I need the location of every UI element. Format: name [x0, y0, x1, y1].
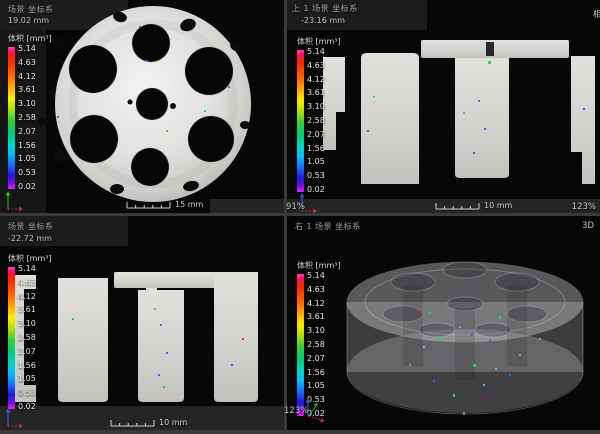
- legend-tick: 5.14: [18, 45, 36, 53]
- legend-tick: 4.63: [18, 59, 36, 67]
- ct-part-cross-section: [323, 40, 595, 184]
- legend-tick: 2.58: [307, 117, 325, 125]
- legend-tick: 4.12: [18, 293, 36, 301]
- legend-tick: 1.05: [307, 158, 325, 166]
- legend-title: 体积 [mm³]: [297, 260, 341, 271]
- legend-tick: 4.12: [307, 76, 325, 84]
- legend-tick: 3.61: [18, 306, 36, 314]
- legend-tick: 3.61: [307, 313, 325, 321]
- view-mode-label: 3D: [582, 221, 594, 231]
- clipped-corner-label: 相: [593, 2, 600, 21]
- legend-ticks: 5.14 4.63 4.12 3.61 3.10 2.58 2.07 1.56 1.05 0.53…: [18, 265, 36, 411]
- legend-tick: 0.53: [18, 389, 36, 397]
- legend-ticks: 5.14 4.63 4.12 3.61 3.10 2.58 2.07 1.56 1.05 0.53…: [18, 45, 36, 191]
- zoom-level: 91%: [286, 202, 305, 212]
- scale-bar-label: 10 mm: [484, 202, 512, 210]
- legend-tick: 2.07: [18, 128, 36, 136]
- legend-gradient-bar[interactable]: [297, 50, 304, 192]
- legend-title: 体积 [mm³]: [8, 253, 52, 264]
- legend-tick: 2.58: [307, 341, 325, 349]
- legend-tick: 3.61: [18, 86, 36, 94]
- legend-title: 体积 [mm³]: [297, 36, 341, 47]
- legend-tick: 1.56: [18, 142, 36, 150]
- legend-tick: 2.58: [18, 114, 36, 122]
- slot-void: [486, 42, 494, 56]
- viewport-top-right[interactable]: 上 1 场景 坐标系 -23.16 mm 相 体积 [mm³] 5.14 4.63…: [287, 0, 600, 213]
- legend-tick: 3.10: [18, 320, 36, 328]
- legend-tick: 3.10: [307, 327, 325, 335]
- legend-tick: 1.56: [18, 362, 36, 370]
- legend-tick: 5.14: [307, 48, 325, 56]
- legend-tick: 4.63: [307, 62, 325, 70]
- legend-tick: 0.53: [18, 169, 36, 177]
- scale-bar: 15 mm: [126, 200, 203, 209]
- view-title: 场景 坐标系: [8, 4, 54, 15]
- legend-tick: 2.07: [307, 355, 325, 363]
- legend-tick: 5.14: [307, 272, 325, 280]
- slice-position: -22.72 mm: [8, 234, 52, 243]
- zoom-level: 123%: [284, 406, 308, 416]
- viewport-top-left[interactable]: 场景 坐标系 19.02 mm 体积 [mm³] 5.14 4.63 4.12 3.6…: [0, 0, 284, 213]
- legend-tick: 4.12: [18, 73, 36, 81]
- legend-tick: 3.10: [307, 103, 325, 111]
- slice-position: 19.02 mm: [8, 16, 49, 25]
- view-title: 场景 坐标系: [8, 221, 54, 232]
- legend-tick: 3.10: [18, 100, 36, 108]
- legend-tick: 0.53: [307, 172, 325, 180]
- legend-tick: 4.63: [18, 279, 36, 287]
- legend-tick: 4.12: [307, 300, 325, 308]
- axis-indicator-icon: [2, 407, 26, 429]
- legend-tick: 1.56: [307, 369, 325, 377]
- legend-tick: 2.58: [18, 334, 36, 342]
- axis-indicator-icon: [2, 188, 26, 212]
- volume-color-legend: 体积 [mm³] 5.14 4.63 4.12 3.61 3.10 2.58 2.07 1.5…: [8, 33, 52, 191]
- legend-tick: 1.05: [18, 155, 36, 163]
- legend-title: 体积 [mm³]: [8, 33, 52, 44]
- volume-color-legend: 体积 [mm³] 5.14 4.63 4.12 3.61 3.10 2.58 2.07 1.5…: [8, 253, 52, 411]
- legend-tick: 3.61: [307, 89, 325, 97]
- legend-gradient-bar[interactable]: [8, 47, 15, 189]
- legend-ticks: 5.14 4.63 4.12 3.61 3.10 2.58 2.07 1.56 1.05 0.53…: [307, 48, 325, 194]
- legend-tick: 1.56: [307, 145, 325, 153]
- legend-tick: 2.07: [18, 348, 36, 356]
- volume-color-legend: 体积 [mm³] 5.14 4.63 4.12 3.61 3.10 2.58 2.07 1.5…: [297, 36, 341, 194]
- scale-bar: 10 mm: [110, 418, 187, 427]
- zoom-level: 123%: [572, 202, 596, 212]
- ct-inspection-app: 场景 坐标系 19.02 mm 体积 [mm³] 5.14 4.63 4.12 3.6…: [0, 0, 600, 434]
- scale-bar-ticks-icon: [435, 201, 481, 210]
- legend-gradient-bar[interactable]: [8, 267, 15, 409]
- legend-tick: 1.05: [18, 375, 36, 383]
- legend-tick: 1.05: [307, 382, 325, 390]
- legend-tick: 5.14: [18, 265, 36, 273]
- legend-tick: 2.07: [307, 131, 325, 139]
- slice-position: -23.16 mm: [301, 16, 345, 25]
- scale-bar-ticks-icon: [110, 418, 156, 427]
- legend-tick: 4.63: [307, 286, 325, 294]
- viewport-bottom-right[interactable]: 右 1 场景 坐标系 3D 体积 [mm³] 5.14 4.63 4.12 3.61 3…: [287, 216, 600, 430]
- scale-bar-label: 10 mm: [159, 419, 187, 427]
- view-title: 右 1 场景 坐标系: [295, 221, 361, 232]
- scale-bar-ticks-icon: [126, 200, 172, 209]
- viewport-bottom-left[interactable]: 场景 坐标系 -22.72 mm 体积 [mm³] 5.14 4.63 4.12 3.…: [0, 216, 284, 430]
- view-title: 上 1 场景 坐标系: [292, 3, 358, 14]
- scale-bar: 10 mm: [435, 201, 512, 210]
- scale-bar-label: 15 mm: [175, 201, 203, 209]
